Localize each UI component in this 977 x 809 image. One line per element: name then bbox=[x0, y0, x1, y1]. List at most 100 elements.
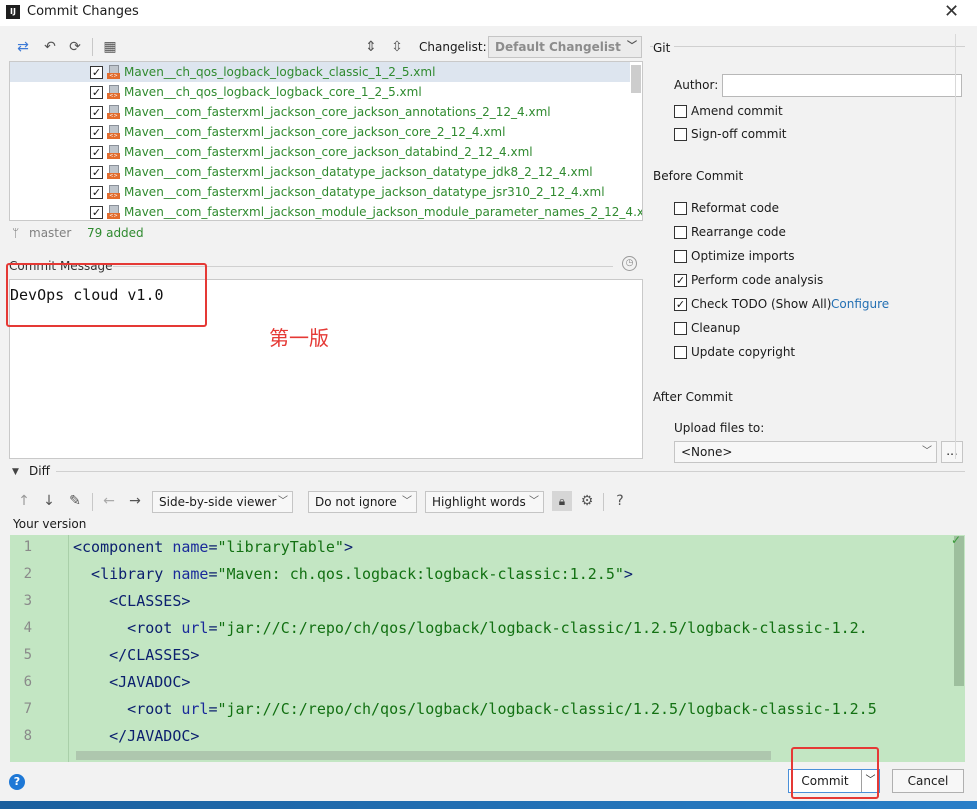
file-row[interactable]: ✓ <> Maven__com_fasterxml_jackson_datatype… bbox=[10, 162, 630, 182]
author-input[interactable] bbox=[722, 74, 962, 97]
toolbar-separator bbox=[92, 38, 93, 56]
code-token: "jar://C:/repo/ch/qos/logback/logback-cl… bbox=[217, 700, 877, 718]
upload-files-label: Upload files to: bbox=[674, 421, 765, 435]
next-file-icon[interactable]: → bbox=[126, 492, 144, 510]
your-version-label: Your version bbox=[13, 517, 87, 531]
highlight-mode-dropdown[interactable]: Highlight words ﹀ bbox=[425, 491, 544, 513]
branch-icon: ᛘ bbox=[12, 226, 20, 240]
upload-target-dropdown[interactable]: <None> ﹀ bbox=[674, 441, 937, 463]
amend-commit-label: Amend commit bbox=[691, 104, 783, 118]
chevron-down-icon: ﹀ bbox=[278, 496, 288, 507]
checkbox-box[interactable] bbox=[674, 226, 687, 239]
collapse-diff-icon[interactable]: ▼ bbox=[12, 467, 19, 477]
code-token: = bbox=[208, 538, 218, 556]
title-bar bbox=[0, 0, 977, 26]
diff-code-view[interactable]: 1 <component name="libraryTable"> 2 <libra… bbox=[10, 535, 965, 762]
file-row[interactable]: ✓ <> Maven__com_fasterxml_jackson_module_j… bbox=[10, 202, 642, 220]
file-row[interactable]: ✓ <> Maven__ch_qos_logback_logback_classic… bbox=[10, 62, 630, 82]
refresh-icon[interactable]: ⟳ bbox=[66, 38, 84, 56]
next-difference-icon[interactable]: ↓ bbox=[40, 492, 58, 510]
checkbox-box[interactable] bbox=[674, 346, 687, 359]
configure-link[interactable]: Configure bbox=[831, 297, 889, 311]
code-vertical-scrollbar[interactable] bbox=[954, 536, 964, 686]
file-name: Maven__com_fasterxml_jackson_core_jackso… bbox=[124, 105, 551, 119]
settings-gear-icon[interactable]: ⚙ bbox=[578, 492, 596, 510]
ignore-whitespace-value: Do not ignore bbox=[315, 495, 397, 509]
line-number: 8 bbox=[23, 728, 32, 744]
annotation-highlight-box bbox=[791, 747, 879, 799]
file-checkbox[interactable]: ✓ bbox=[90, 186, 103, 199]
xml-file-icon: <> bbox=[107, 65, 121, 79]
expand-all-icon[interactable]: ⇕ bbox=[362, 38, 380, 56]
file-checkbox[interactable]: ✓ bbox=[90, 126, 103, 139]
author-label: Author: bbox=[674, 78, 719, 92]
xml-file-icon: <> bbox=[107, 145, 121, 159]
file-row[interactable]: ✓ <> Maven__com_fasterxml_jackson_core_jac… bbox=[10, 122, 630, 142]
changelist-dropdown[interactable]: Default Changelist ﹀ bbox=[488, 36, 642, 58]
code-token: > bbox=[343, 538, 353, 556]
file-name: Maven__com_fasterxml_jackson_datatype_ja… bbox=[124, 185, 605, 199]
file-checkbox[interactable]: ✓ bbox=[90, 206, 103, 219]
cancel-button[interactable]: Cancel bbox=[892, 769, 964, 793]
previous-file-icon[interactable]: ← bbox=[100, 492, 118, 510]
changed-files-list[interactable]: ✓ <> Maven__ch_qos_logback_logback_classic… bbox=[9, 61, 643, 221]
viewer-mode-dropdown[interactable]: Side-by-side viewer ﹀ bbox=[152, 491, 293, 513]
ignore-whitespace-dropdown[interactable]: Do not ignore ﹀ bbox=[308, 491, 417, 513]
code-token: url bbox=[181, 700, 209, 718]
file-row[interactable]: ✓ <> Maven__com_fasterxml_jackson_core_jac… bbox=[10, 102, 630, 122]
options-scrollbar[interactable] bbox=[955, 34, 965, 459]
file-list-scrollbar[interactable] bbox=[631, 65, 641, 93]
line-number: 3 bbox=[23, 593, 32, 609]
history-clock-icon[interactable]: ◷ bbox=[622, 256, 637, 271]
viewer-mode-value: Side-by-side viewer bbox=[159, 495, 277, 509]
checkbox-box[interactable]: ✓ bbox=[674, 298, 687, 311]
highlight-mode-value: Highlight words bbox=[432, 495, 526, 509]
code-token: <CLASSES> bbox=[73, 592, 191, 610]
upload-target-value: <None> bbox=[681, 445, 733, 459]
code-token: <component bbox=[73, 538, 173, 556]
collapse-all-icon[interactable]: ⇳ bbox=[388, 38, 406, 56]
code-token: name bbox=[172, 565, 209, 583]
checkbox-box[interactable] bbox=[674, 105, 687, 118]
file-name: Maven__ch_qos_logback_logback_classic_1_… bbox=[124, 65, 436, 79]
previous-difference-icon[interactable]: ↑ bbox=[15, 492, 33, 510]
file-checkbox[interactable]: ✓ bbox=[90, 166, 103, 179]
code-token: "Maven: ch.qos.logback:logback-classic:1… bbox=[217, 565, 624, 583]
line-number: 5 bbox=[23, 647, 32, 663]
file-checkbox[interactable]: ✓ bbox=[90, 86, 103, 99]
git-section-title: Git bbox=[653, 41, 675, 55]
help-question-icon[interactable]: ? bbox=[611, 492, 629, 510]
file-checkbox[interactable]: ✓ bbox=[90, 106, 103, 119]
file-row[interactable]: ✓ <> Maven__com_fasterxml_jackson_core_jac… bbox=[10, 142, 630, 162]
option-label: Update copyright bbox=[691, 345, 796, 359]
checkbox-box[interactable] bbox=[674, 202, 687, 215]
file-row[interactable]: ✓ <> Maven__ch_qos_logback_logback_core_1_… bbox=[10, 82, 630, 102]
chevron-down-icon: ﹀ bbox=[627, 41, 637, 52]
before-commit-title: Before Commit bbox=[653, 169, 744, 183]
code-token: <root bbox=[73, 700, 182, 718]
file-checkbox[interactable]: ✓ bbox=[90, 66, 103, 79]
edit-source-icon[interactable]: ✎ bbox=[66, 492, 84, 510]
diff-section-divider bbox=[56, 471, 965, 472]
file-checkbox[interactable]: ✓ bbox=[90, 146, 103, 159]
close-window-icon[interactable]: ✕ bbox=[944, 1, 959, 22]
line-number: 2 bbox=[23, 566, 32, 582]
group-by-icon[interactable]: ▦ bbox=[101, 38, 119, 56]
sign-off-commit-label: Sign-off commit bbox=[691, 127, 787, 141]
show-diff-icon[interactable]: ⇄ bbox=[14, 38, 32, 56]
checkbox-box[interactable]: ✓ bbox=[674, 274, 687, 287]
code-horizontal-scrollbar[interactable] bbox=[76, 751, 771, 760]
line-number: 4 bbox=[23, 620, 32, 636]
added-count: 79 added bbox=[87, 226, 144, 240]
line-number: 6 bbox=[23, 674, 32, 690]
lock-icon[interactable]: 🔒︎ bbox=[552, 491, 572, 511]
rollback-icon[interactable]: ↶ bbox=[41, 38, 59, 56]
checkbox-box[interactable] bbox=[674, 322, 687, 335]
checkbox-box[interactable] bbox=[674, 128, 687, 141]
option-label: Perform code analysis bbox=[691, 273, 824, 287]
code-line: 5 </CLASSES> bbox=[10, 643, 965, 670]
file-row[interactable]: ✓ <> Maven__com_fasterxml_jackson_datatype… bbox=[10, 182, 630, 202]
diff-section-title: Diff bbox=[29, 464, 50, 478]
checkbox-box[interactable] bbox=[674, 250, 687, 263]
help-icon[interactable]: ? bbox=[9, 774, 25, 790]
